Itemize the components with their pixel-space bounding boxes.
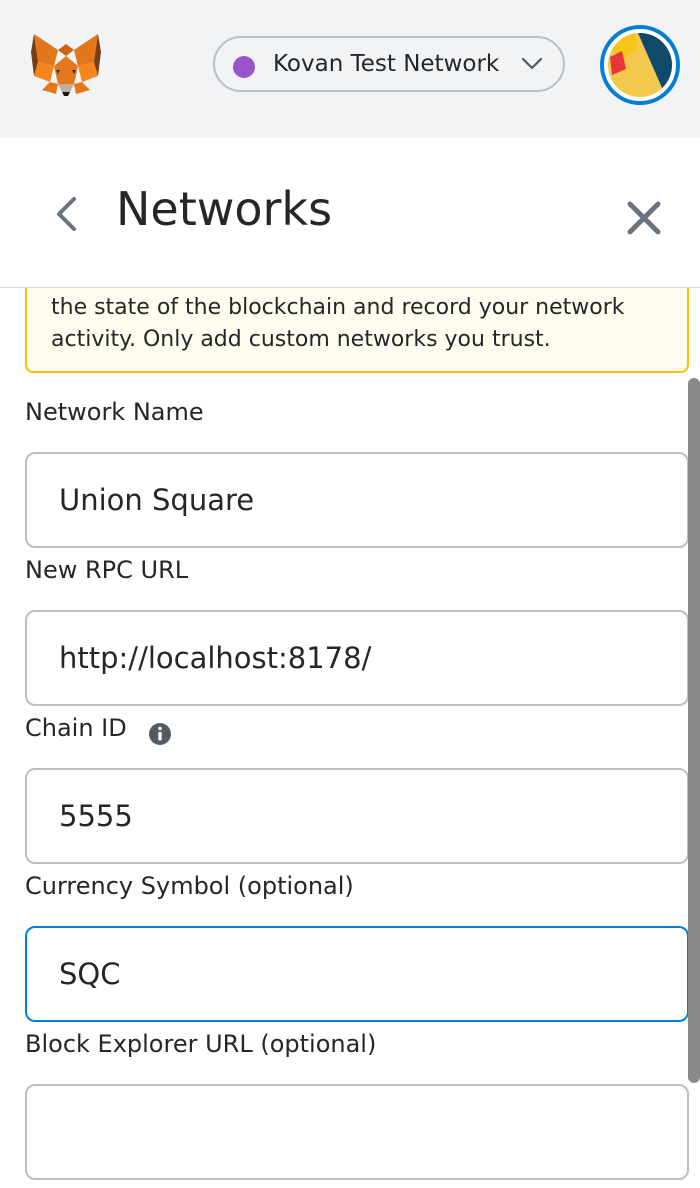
custom-network-warning: the state of the blockchain and record y…	[25, 288, 689, 373]
close-icon[interactable]	[626, 200, 662, 236]
currency-symbol-label: Currency Symbol (optional)	[25, 872, 354, 900]
network-name-label: Network Name	[25, 398, 204, 426]
chevron-down-icon	[521, 56, 543, 72]
account-avatar[interactable]	[600, 25, 680, 105]
network-name-input[interactable]	[25, 452, 689, 548]
app-header: Kovan Test Network	[0, 0, 700, 138]
page-title: Networks	[116, 182, 333, 236]
network-selector[interactable]: Kovan Test Network	[213, 36, 565, 92]
page-header: Networks	[0, 138, 700, 288]
rpc-url-label: New RPC URL	[25, 556, 189, 584]
currency-symbol-input[interactable]	[25, 926, 689, 1022]
metamask-fox-icon[interactable]	[30, 32, 102, 98]
chain-id-input[interactable]	[25, 768, 689, 864]
scrollbar-thumb[interactable]	[688, 378, 700, 1083]
network-form: the state of the blockchain and record y…	[0, 288, 700, 1188]
block-explorer-label: Block Explorer URL (optional)	[25, 1030, 377, 1058]
info-icon[interactable]	[148, 722, 172, 746]
block-explorer-input[interactable]	[25, 1084, 689, 1180]
rpc-url-input[interactable]	[25, 610, 689, 706]
network-status-dot	[233, 56, 255, 78]
network-name-label: Kovan Test Network	[273, 51, 500, 77]
warning-text: the state of the blockchain and record y…	[51, 295, 625, 352]
chain-id-label: Chain ID	[25, 714, 127, 742]
chevron-left-icon[interactable]	[52, 196, 80, 232]
